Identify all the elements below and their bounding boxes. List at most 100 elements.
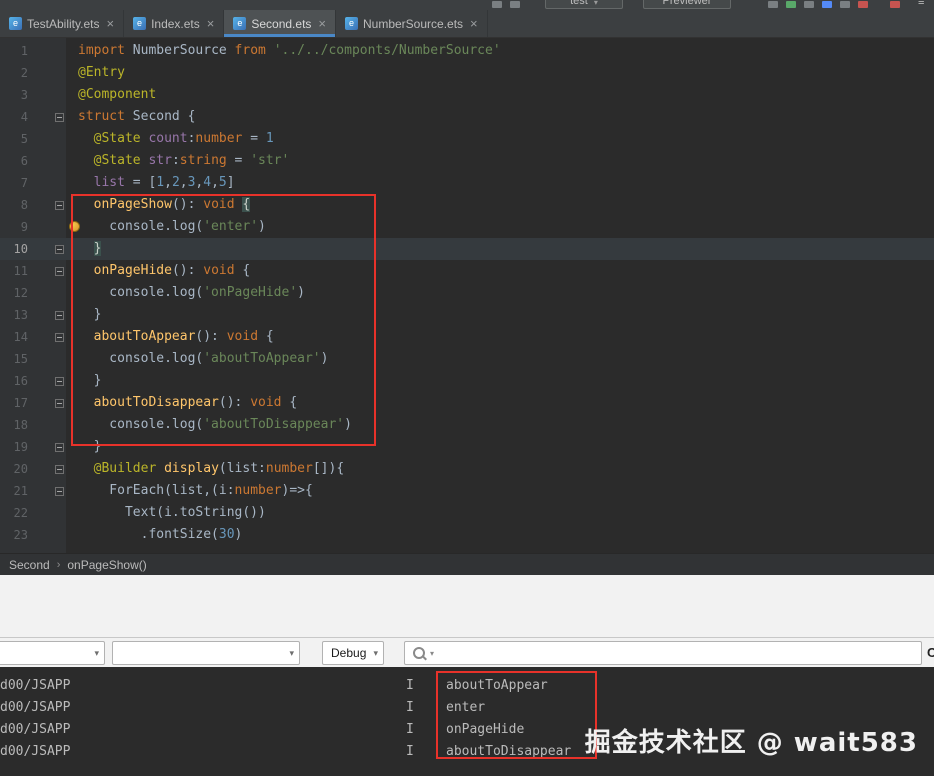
log-level-select[interactable]: Debug ▾	[322, 641, 384, 665]
debug-icon[interactable]	[786, 1, 796, 8]
code-line-23[interactable]: .fontSize(30)	[66, 524, 934, 546]
gutter-line[interactable]: 14	[0, 326, 66, 348]
fold-end-icon[interactable]	[54, 304, 66, 326]
fold-start-icon[interactable]	[54, 106, 66, 128]
line-number: 13	[0, 304, 54, 326]
code-line-19[interactable]: }	[66, 436, 934, 458]
coverage-icon[interactable]	[804, 1, 814, 8]
device-select[interactable]: ▾	[0, 641, 105, 665]
code-line-10[interactable]: }	[66, 238, 934, 260]
gutter-line[interactable]: 21	[0, 480, 66, 502]
fold-start-icon[interactable]	[54, 260, 66, 282]
code-line-21[interactable]: ForEach(list,(i:number)=>{	[66, 480, 934, 502]
gutter-line[interactable]: 3	[0, 84, 66, 106]
code-line-1[interactable]: import NumberSource from '../../componts…	[66, 40, 934, 62]
breadcrumb-item-struct[interactable]: Second	[9, 558, 50, 572]
code-line-12[interactable]: console.log('onPageHide')	[66, 282, 934, 304]
code-line-16[interactable]: }	[66, 370, 934, 392]
stop-icon[interactable]	[858, 1, 868, 8]
run-config-combo[interactable]: test▾	[545, 0, 623, 9]
gutter-line[interactable]: 18	[0, 414, 66, 436]
breadcrumb-item-method[interactable]: onPageShow()	[67, 558, 146, 572]
tab-close-icon[interactable]: ×	[470, 17, 478, 30]
fold-end-icon[interactable]	[54, 436, 66, 458]
code-line-11[interactable]: onPageHide(): void {	[66, 260, 934, 282]
code-line-9[interactable]: console.log('enter')	[66, 216, 934, 238]
line-number: 21	[0, 480, 54, 502]
log-level-value: Debug	[331, 646, 366, 660]
fold-slot	[54, 40, 66, 62]
fold-slot	[54, 62, 66, 84]
code-line-14[interactable]: aboutToAppear(): void {	[66, 326, 934, 348]
log-tag: d00/JSAPP	[0, 697, 74, 719]
tab-testability-ets[interactable]: TestAbility.ets ×	[0, 10, 124, 37]
tab-close-icon[interactable]: ×	[207, 17, 215, 30]
code-line-18[interactable]: console.log('aboutToDisappear')	[66, 414, 934, 436]
tab-close-icon[interactable]: ×	[318, 17, 326, 30]
gutter-line[interactable]: 17	[0, 392, 66, 414]
process-select[interactable]: ▾	[112, 641, 300, 665]
intention-bulb-icon[interactable]	[69, 221, 80, 232]
code-line-13[interactable]: }	[66, 304, 934, 326]
line-number: 23	[0, 524, 54, 546]
tab-numbersource-ets[interactable]: NumberSource.ets×	[336, 10, 488, 37]
gutter-line[interactable]: 13	[0, 304, 66, 326]
log-row[interactable]: d00/JSAPPIaboutToAppear	[0, 675, 934, 697]
gutter-line[interactable]: 2	[0, 62, 66, 84]
gutter-line[interactable]: 7	[0, 172, 66, 194]
fold-start-icon[interactable]	[54, 194, 66, 216]
tab-second-ets[interactable]: Second.ets×	[224, 10, 336, 37]
gutter-line[interactable]: 22	[0, 502, 66, 524]
clipped-control-label: C	[927, 645, 934, 660]
log-search-input[interactable]: ▾	[404, 641, 922, 665]
code-line-20[interactable]: @Builder display(list:number[]){	[66, 458, 934, 480]
gutter-line[interactable]: 20	[0, 458, 66, 480]
tab-index-ets[interactable]: Index.ets×	[124, 10, 224, 37]
fold-end-icon[interactable]	[54, 370, 66, 392]
code-line-2[interactable]: @Entry	[66, 62, 934, 84]
code-line-4[interactable]: struct Second {	[66, 106, 934, 128]
code-line-8[interactable]: onPageShow(): void {	[66, 194, 934, 216]
code-line-5[interactable]: @State count:number = 1	[66, 128, 934, 150]
tab-close-icon[interactable]: ×	[106, 17, 114, 30]
code-line-6[interactable]: @State str:string = 'str'	[66, 150, 934, 172]
log-level: I	[406, 719, 426, 741]
fold-end-icon[interactable]	[54, 238, 66, 260]
gutter-line[interactable]: 4	[0, 106, 66, 128]
code-line-3[interactable]: @Component	[66, 84, 934, 106]
tab-label: TestAbility.ets	[27, 17, 99, 31]
code-line-7[interactable]: list = [1,2,3,4,5]	[66, 172, 934, 194]
gutter-line[interactable]: 9	[0, 216, 66, 238]
fold-slot	[54, 348, 66, 370]
hot-reload-icon[interactable]	[890, 1, 900, 8]
gutter-line[interactable]: 12	[0, 282, 66, 304]
code-line-15[interactable]: console.log('aboutToAppear')	[66, 348, 934, 370]
code-line-17[interactable]: aboutToDisappear(): void {	[66, 392, 934, 414]
run-icon[interactable]	[768, 1, 778, 8]
profiler-icon[interactable]	[822, 1, 832, 8]
code-editor[interactable]: 1234567891011121314151617181920212223 im…	[0, 38, 934, 553]
log-row[interactable]: d00/JSAPPIenter	[0, 697, 934, 719]
gutter-line[interactable]: 11	[0, 260, 66, 282]
chevron-down-icon: ▾	[594, 0, 598, 7]
fold-start-icon[interactable]	[54, 392, 66, 414]
gutter-line[interactable]: 23	[0, 524, 66, 546]
fold-start-icon[interactable]	[54, 458, 66, 480]
build-icon[interactable]	[510, 1, 520, 8]
gutter-line[interactable]: 19	[0, 436, 66, 458]
attach-icon[interactable]	[840, 1, 850, 8]
gutter-line[interactable]: 1	[0, 40, 66, 62]
gutter-line[interactable]: 6	[0, 150, 66, 172]
gutter-line[interactable]: 10	[0, 238, 66, 260]
code-line-22[interactable]: Text(i.toString())	[66, 502, 934, 524]
gutter-line[interactable]: 8	[0, 194, 66, 216]
gutter-line[interactable]: 16	[0, 370, 66, 392]
fold-start-icon[interactable]	[54, 480, 66, 502]
gutter-line[interactable]: 15	[0, 348, 66, 370]
sync-icon[interactable]	[492, 1, 502, 8]
gutter-line[interactable]: 5	[0, 128, 66, 150]
tab-bar: TestAbility.ets×Index.ets×Second.ets×Num…	[0, 10, 934, 38]
menu-icon[interactable]: ≡	[918, 0, 924, 8]
fold-start-icon[interactable]	[54, 326, 66, 348]
previewer-button[interactable]: Previewer	[643, 0, 731, 9]
